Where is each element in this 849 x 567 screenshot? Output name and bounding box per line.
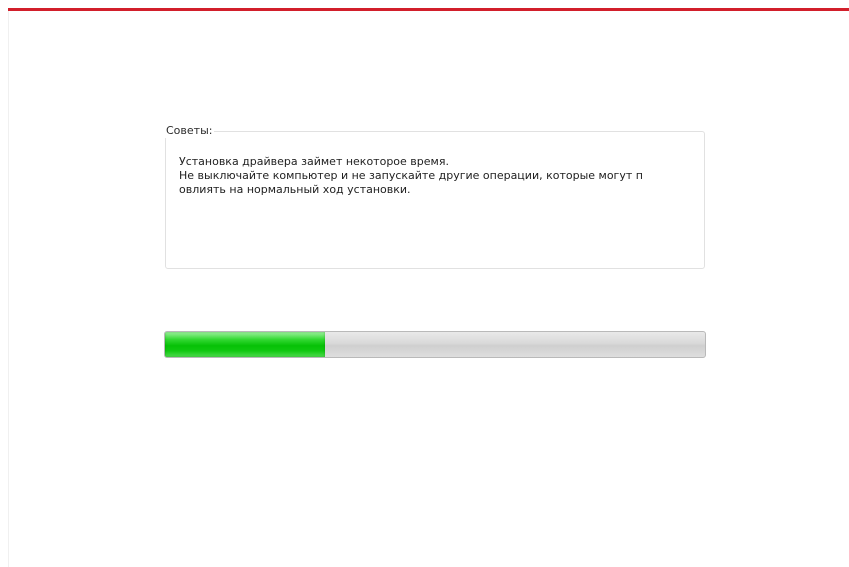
tips-groupbox: Советы: Установка драйвера займет некото… <box>164 124 705 269</box>
top-accent-bar <box>8 8 849 11</box>
tips-legend: Советы: <box>164 124 215 138</box>
installer-window: Советы: Установка драйвера займет некото… <box>0 0 849 567</box>
tips-message: Установка драйвера займет некоторое врем… <box>179 155 694 197</box>
install-progress-fill <box>165 332 326 357</box>
tips-line: Установка драйвера займет некоторое врем… <box>179 155 449 168</box>
tips-line: Не выключайте компьютер и не запускайте … <box>179 169 643 182</box>
tips-line: овлиять на нормальный ход установки. <box>179 183 411 196</box>
window-left-edge <box>8 11 9 567</box>
install-progress-bar <box>164 331 706 358</box>
